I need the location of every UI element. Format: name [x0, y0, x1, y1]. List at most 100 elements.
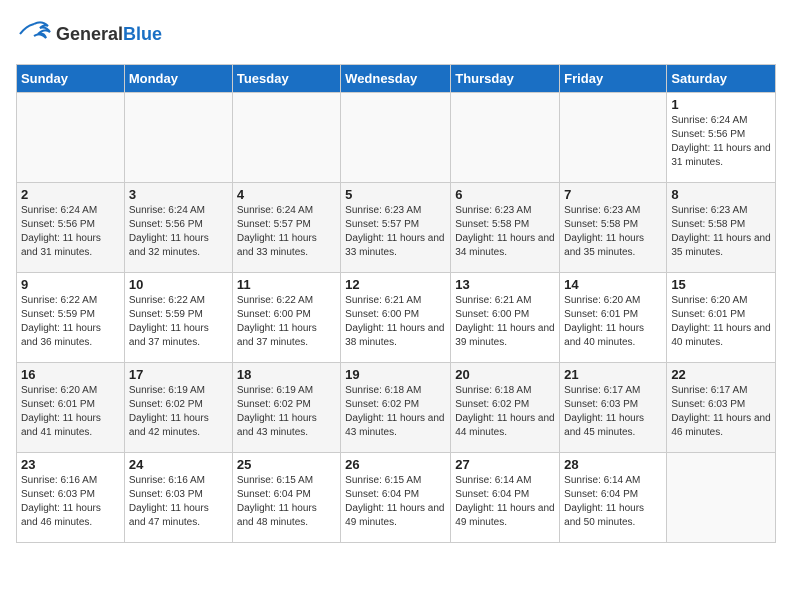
calendar-cell: 21Sunrise: 6:17 AM Sunset: 6:03 PM Dayli…	[560, 363, 667, 453]
day-info: Sunrise: 6:24 AM Sunset: 5:56 PM Dayligh…	[21, 204, 120, 260]
calendar-cell: 23Sunrise: 6:16 AM Sunset: 6:03 PM Dayli…	[17, 453, 125, 543]
day-number: 18	[237, 367, 336, 382]
day-info: Sunrise: 6:23 AM Sunset: 5:58 PM Dayligh…	[671, 204, 771, 260]
day-info: Sunrise: 6:23 AM Sunset: 5:58 PM Dayligh…	[455, 204, 555, 260]
day-number: 20	[455, 367, 555, 382]
day-number: 3	[129, 187, 228, 202]
calendar-cell: 1Sunrise: 6:24 AM Sunset: 5:56 PM Daylig…	[667, 93, 776, 183]
day-number: 7	[564, 187, 662, 202]
day-info: Sunrise: 6:21 AM Sunset: 6:00 PM Dayligh…	[345, 294, 446, 350]
header-cell-thursday: Thursday	[451, 65, 560, 93]
header-cell-friday: Friday	[560, 65, 667, 93]
calendar-table: SundayMondayTuesdayWednesdayThursdayFrid…	[16, 64, 776, 543]
day-info: Sunrise: 6:19 AM Sunset: 6:02 PM Dayligh…	[237, 384, 336, 440]
calendar-cell: 10 Sunrise: 6:22 AM Sunset: 5:59 PM Dayli…	[124, 273, 232, 363]
header-cell-monday: Monday	[124, 65, 232, 93]
day-info: Sunrise: 6:15 AM Sunset: 6:04 PM Dayligh…	[237, 474, 336, 530]
week-row-4: 16 Sunrise: 6:20 AM Sunset: 6:01 PM Dayli…	[17, 363, 776, 453]
day-number: 15	[671, 277, 771, 292]
week-row-5: 23Sunrise: 6:16 AM Sunset: 6:03 PM Dayli…	[17, 453, 776, 543]
day-info: Sunrise: 6:18 AM Sunset: 6:02 PM Dayligh…	[345, 384, 446, 440]
calendar-cell: 17 Sunrise: 6:19 AM Sunset: 6:02 PM Dayli…	[124, 363, 232, 453]
logo-icon	[16, 16, 52, 52]
week-row-2: 2 Sunrise: 6:24 AM Sunset: 5:56 PM Daylig…	[17, 183, 776, 273]
day-number: 28	[564, 457, 662, 472]
calendar-cell: 12Sunrise: 6:21 AM Sunset: 6:00 PM Dayli…	[341, 273, 451, 363]
calendar-cell	[667, 453, 776, 543]
day-info: Sunrise: 6:22 AM Sunset: 6:00 PM Dayligh…	[237, 294, 336, 350]
calendar-cell: 22 Sunrise: 6:17 AM Sunset: 6:03 PM Dayli…	[667, 363, 776, 453]
day-number: 21	[564, 367, 662, 382]
day-number: 24	[129, 457, 228, 472]
calendar-cell	[124, 93, 232, 183]
day-info: Sunrise: 6:20 AM Sunset: 6:01 PM Dayligh…	[564, 294, 662, 350]
calendar-cell: 4Sunrise: 6:24 AM Sunset: 5:57 PM Daylig…	[232, 183, 340, 273]
day-number: 14	[564, 277, 662, 292]
day-info: Sunrise: 6:24 AM Sunset: 5:56 PM Dayligh…	[671, 114, 771, 170]
day-info: Sunrise: 6:20 AM Sunset: 6:01 PM Dayligh…	[21, 384, 120, 440]
day-info: Sunrise: 6:17 AM Sunset: 6:03 PM Dayligh…	[671, 384, 771, 440]
day-info: Sunrise: 6:14 AM Sunset: 6:04 PM Dayligh…	[455, 474, 555, 530]
header-row: SundayMondayTuesdayWednesdayThursdayFrid…	[17, 65, 776, 93]
day-info: Sunrise: 6:19 AM Sunset: 6:02 PM Dayligh…	[129, 384, 228, 440]
day-info: Sunrise: 6:15 AM Sunset: 6:04 PM Dayligh…	[345, 474, 446, 530]
day-number: 5	[345, 187, 446, 202]
calendar-cell: 24 Sunrise: 6:16 AM Sunset: 6:03 PM Dayli…	[124, 453, 232, 543]
calendar-cell: 15 Sunrise: 6:20 AM Sunset: 6:01 PM Dayli…	[667, 273, 776, 363]
day-number: 10	[129, 277, 228, 292]
calendar-cell: 11 Sunrise: 6:22 AM Sunset: 6:00 PM Dayli…	[232, 273, 340, 363]
calendar-cell	[341, 93, 451, 183]
day-info: Sunrise: 6:20 AM Sunset: 6:01 PM Dayligh…	[671, 294, 771, 350]
day-info: Sunrise: 6:16 AM Sunset: 6:03 PM Dayligh…	[129, 474, 228, 530]
logo: GeneralBlue	[16, 16, 162, 52]
calendar-cell: 3 Sunrise: 6:24 AM Sunset: 5:56 PM Daylig…	[124, 183, 232, 273]
day-info: Sunrise: 6:22 AM Sunset: 5:59 PM Dayligh…	[129, 294, 228, 350]
day-number: 8	[671, 187, 771, 202]
calendar-cell: 2 Sunrise: 6:24 AM Sunset: 5:56 PM Daylig…	[17, 183, 125, 273]
day-number: 16	[21, 367, 120, 382]
calendar-cell: 13Sunrise: 6:21 AM Sunset: 6:00 PM Dayli…	[451, 273, 560, 363]
calendar-cell: 6 Sunrise: 6:23 AM Sunset: 5:58 PM Daylig…	[451, 183, 560, 273]
calendar-cell	[451, 93, 560, 183]
calendar-cell: 16 Sunrise: 6:20 AM Sunset: 6:01 PM Dayli…	[17, 363, 125, 453]
day-info: Sunrise: 6:24 AM Sunset: 5:56 PM Dayligh…	[129, 204, 228, 260]
day-number: 9	[21, 277, 120, 292]
calendar-cell: 28Sunrise: 6:14 AM Sunset: 6:04 PM Dayli…	[560, 453, 667, 543]
calendar-cell: 5Sunrise: 6:23 AM Sunset: 5:57 PM Daylig…	[341, 183, 451, 273]
calendar-cell: 19 Sunrise: 6:18 AM Sunset: 6:02 PM Dayli…	[341, 363, 451, 453]
day-number: 6	[455, 187, 555, 202]
day-number: 4	[237, 187, 336, 202]
calendar-cell: 7 Sunrise: 6:23 AM Sunset: 5:58 PM Daylig…	[560, 183, 667, 273]
calendar-cell	[560, 93, 667, 183]
calendar-cell: 27 Sunrise: 6:14 AM Sunset: 6:04 PM Dayli…	[451, 453, 560, 543]
header-cell-saturday: Saturday	[667, 65, 776, 93]
calendar-cell	[17, 93, 125, 183]
day-info: Sunrise: 6:16 AM Sunset: 6:03 PM Dayligh…	[21, 474, 120, 530]
header-cell-sunday: Sunday	[17, 65, 125, 93]
day-number: 17	[129, 367, 228, 382]
day-number: 2	[21, 187, 120, 202]
day-number: 26	[345, 457, 446, 472]
day-info: Sunrise: 6:23 AM Sunset: 5:58 PM Dayligh…	[564, 204, 662, 260]
page-header: GeneralBlue	[16, 16, 776, 52]
calendar-cell	[232, 93, 340, 183]
calendar-body: 1Sunrise: 6:24 AM Sunset: 5:56 PM Daylig…	[17, 93, 776, 543]
week-row-1: 1Sunrise: 6:24 AM Sunset: 5:56 PM Daylig…	[17, 93, 776, 183]
day-number: 19	[345, 367, 446, 382]
day-number: 11	[237, 277, 336, 292]
calendar-cell: 26 Sunrise: 6:15 AM Sunset: 6:04 PM Dayli…	[341, 453, 451, 543]
calendar-cell: 14 Sunrise: 6:20 AM Sunset: 6:01 PM Dayli…	[560, 273, 667, 363]
calendar-header: SundayMondayTuesdayWednesdayThursdayFrid…	[17, 65, 776, 93]
day-number: 25	[237, 457, 336, 472]
calendar-cell: 20 Sunrise: 6:18 AM Sunset: 6:02 PM Dayli…	[451, 363, 560, 453]
header-cell-tuesday: Tuesday	[232, 65, 340, 93]
day-info: Sunrise: 6:22 AM Sunset: 5:59 PM Dayligh…	[21, 294, 120, 350]
calendar-cell: 9 Sunrise: 6:22 AM Sunset: 5:59 PM Daylig…	[17, 273, 125, 363]
day-number: 22	[671, 367, 771, 382]
calendar-cell: 25 Sunrise: 6:15 AM Sunset: 6:04 PM Dayli…	[232, 453, 340, 543]
header-cell-wednesday: Wednesday	[341, 65, 451, 93]
calendar-cell: 8 Sunrise: 6:23 AM Sunset: 5:58 PM Daylig…	[667, 183, 776, 273]
logo-text: GeneralBlue	[56, 24, 162, 45]
day-info: Sunrise: 6:18 AM Sunset: 6:02 PM Dayligh…	[455, 384, 555, 440]
day-number: 27	[455, 457, 555, 472]
